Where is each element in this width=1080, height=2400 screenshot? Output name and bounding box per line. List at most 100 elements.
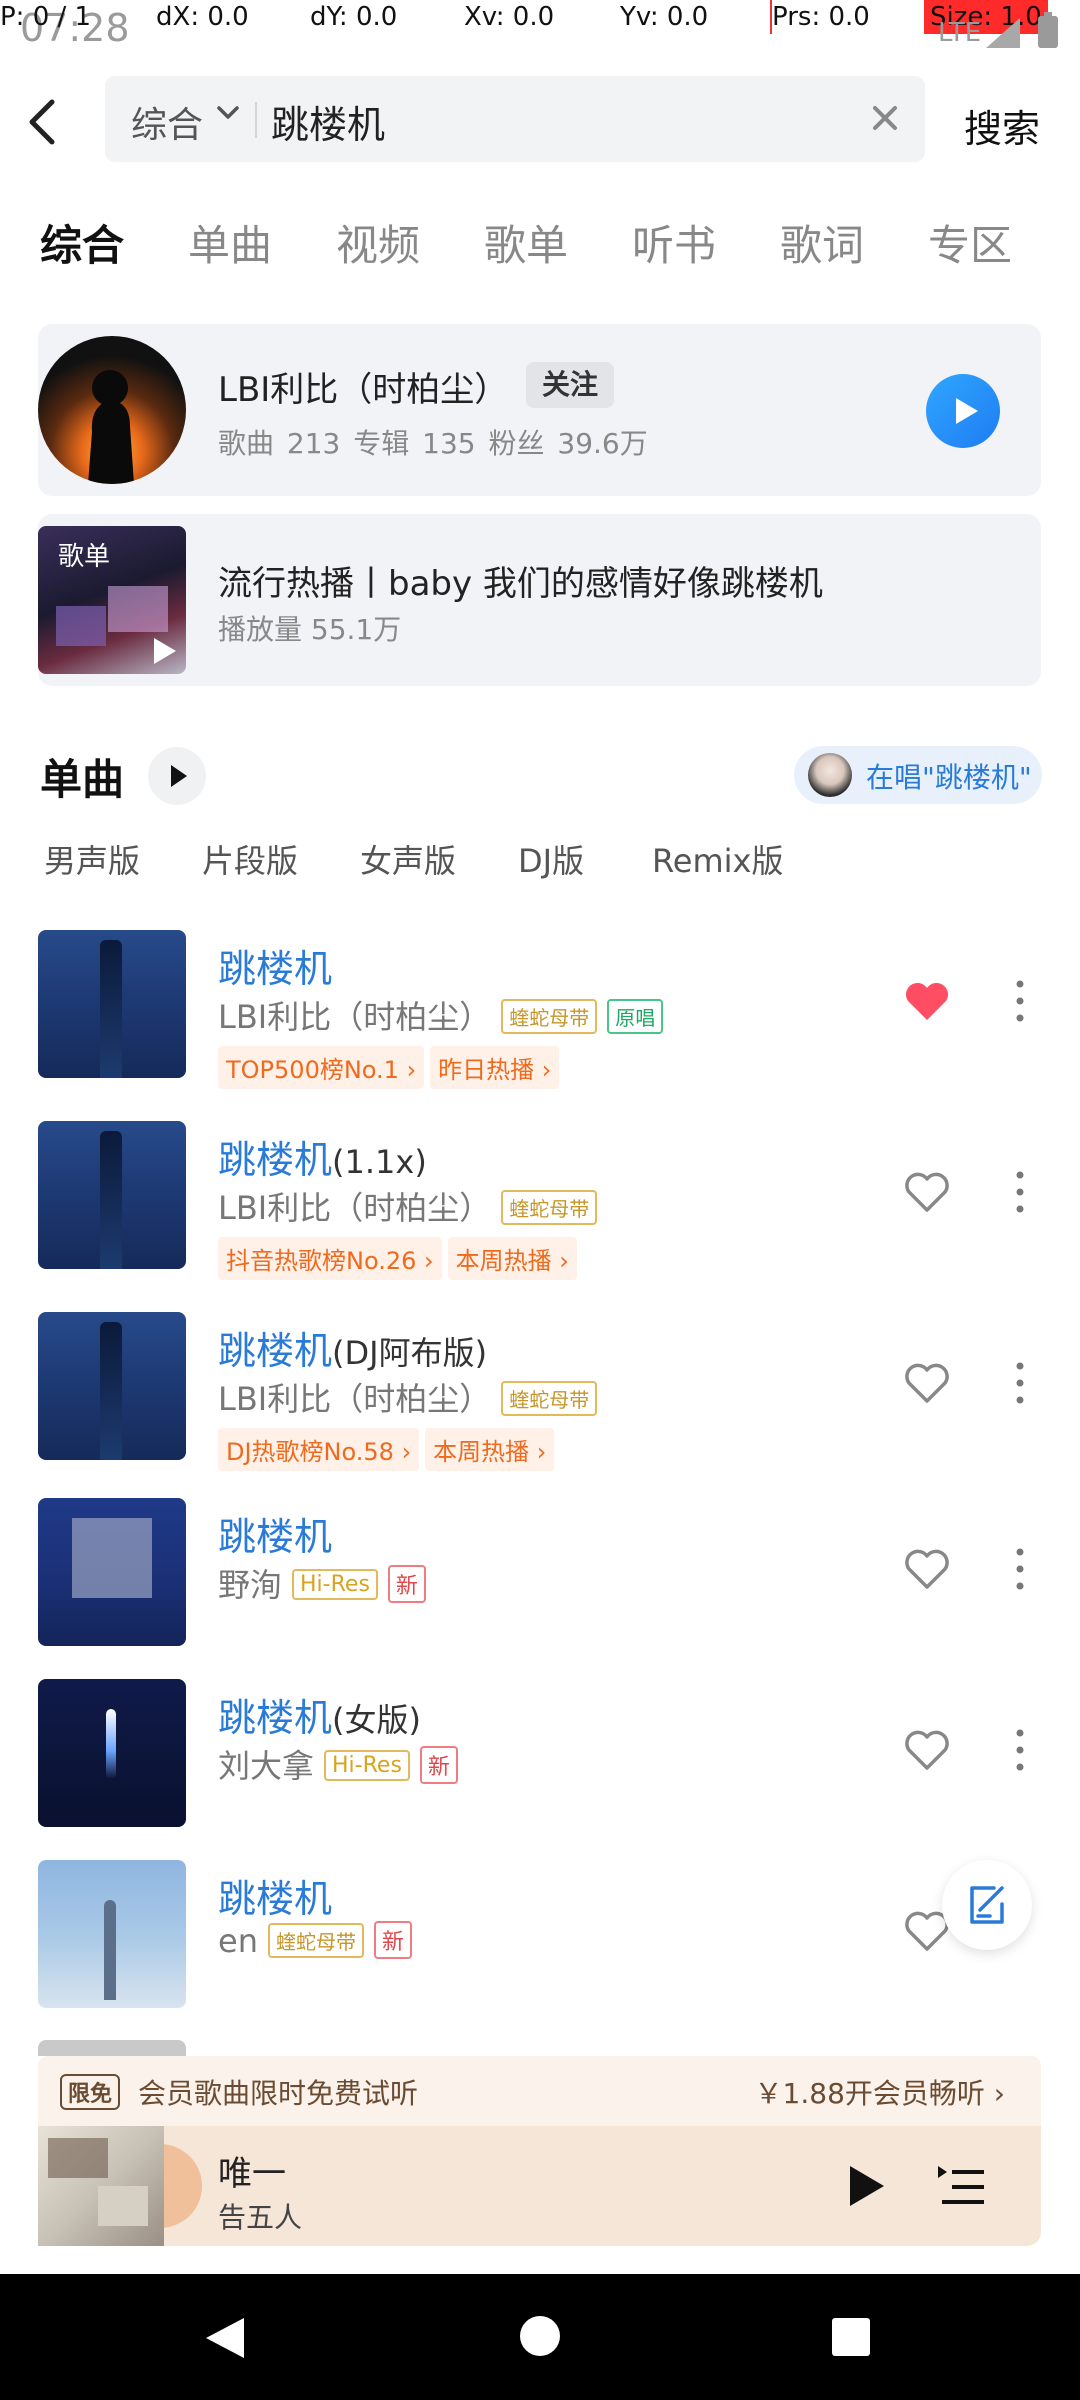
edit-fab[interactable] bbox=[942, 1860, 1032, 1950]
song-row[interactable]: 跳楼机(1.1x) LBI利比（时柏尘） 蝰蛇母带 抖音热歌榜No.26 › 本周热… bbox=[0, 1109, 1080, 1280]
version-filters: 男声版 片段版 女声版 DJ版 Remix版 bbox=[44, 836, 1044, 886]
debug-prs: Prs: 0.0 bbox=[770, 0, 870, 34]
hires-badge: Hi-Res bbox=[324, 1749, 410, 1781]
filter-remix[interactable]: Remix版 bbox=[652, 836, 784, 882]
song-cover[interactable] bbox=[38, 930, 186, 1078]
artist-avatar[interactable] bbox=[38, 336, 186, 484]
player-title: 唯一 bbox=[218, 2154, 286, 2194]
filter-female[interactable]: 女声版 bbox=[360, 836, 456, 882]
artist-stats: 歌曲 213 专辑 135 粉丝 39.6万 bbox=[218, 427, 648, 460]
tab-songs[interactable]: 单曲 bbox=[188, 212, 272, 273]
hot-tag[interactable]: 本周热播 › bbox=[425, 1428, 555, 1471]
tab-audiobooks[interactable]: 听书 bbox=[632, 212, 716, 273]
chart-tag[interactable]: DJ热歌榜No.58 › bbox=[218, 1428, 420, 1471]
tab-videos[interactable]: 视频 bbox=[336, 212, 420, 273]
filter-dj[interactable]: DJ版 bbox=[518, 836, 584, 882]
more-icon[interactable] bbox=[1010, 1358, 1030, 1408]
status-bar: 07:28 P: 0 / 1 dX: 0.0 dY: 0.0 Xv: 0.0 Y… bbox=[0, 0, 1080, 60]
song-row[interactable]: 跳楼机(女版) 刘大拿 Hi-Res 新 bbox=[0, 1667, 1080, 1837]
song-title[interactable]: 跳楼机(DJ阿布版) bbox=[218, 1320, 487, 1375]
song-title[interactable]: 跳楼机(1.1x) bbox=[218, 1129, 427, 1184]
mini-player[interactable]: 唯一 告五人 bbox=[38, 2126, 1041, 2246]
play-icon bbox=[171, 765, 187, 787]
hot-tag[interactable]: 昨日热播 › bbox=[430, 1046, 560, 1089]
playlist-icon[interactable] bbox=[938, 2164, 986, 2210]
more-icon[interactable] bbox=[1010, 1544, 1030, 1594]
song-cover[interactable] bbox=[38, 1679, 186, 1827]
artist-card[interactable]: LBI利比（时柏尘） 关注 歌曲 213 专辑 135 粉丝 39.6万 bbox=[38, 324, 1041, 496]
search-button[interactable]: 搜索 bbox=[964, 98, 1040, 153]
playlist-cover[interactable]: 歌单 bbox=[38, 526, 186, 674]
search-input[interactable]: 跳楼机 bbox=[271, 94, 385, 149]
back-icon[interactable] bbox=[24, 92, 64, 152]
song-tags: DJ热歌榜No.58 › 本周热播 › bbox=[218, 1428, 560, 1471]
song-row[interactable]: 跳楼机 LBI利比（时柏尘） 蝰蛇母带 原唱 TOP500榜No.1 › 昨日热播 › bbox=[0, 918, 1080, 1089]
filter-clip[interactable]: 片段版 bbox=[202, 836, 298, 882]
play-icon[interactable] bbox=[838, 2160, 890, 2212]
search-box[interactable]: 综合 跳楼机 bbox=[105, 76, 925, 162]
artist-play-button[interactable] bbox=[926, 374, 1000, 448]
search-divider bbox=[255, 102, 257, 138]
song-row[interactable]: 跳楼机(DJ阿布版) LBI利比（时柏尘） 蝰蛇母带 DJ热歌榜No.58 › 本周… bbox=[0, 1300, 1080, 1471]
play-icon bbox=[154, 638, 176, 664]
play-icon bbox=[956, 398, 978, 424]
new-badge: 新 bbox=[419, 1746, 458, 1784]
nav-back-icon[interactable] bbox=[204, 2316, 246, 2360]
song-artist: LBI利比（时柏尘） 蝰蛇母带 原唱 bbox=[218, 992, 664, 1038]
clear-icon[interactable] bbox=[865, 98, 905, 138]
play-all-button[interactable] bbox=[148, 747, 206, 805]
playlist-card[interactable]: 歌单 流行热播丨baby 我们的感情好像跳楼机 播放量 55.1万 bbox=[38, 514, 1041, 686]
chevron-down-icon[interactable] bbox=[215, 100, 241, 126]
quality-badge: 蝰蛇母带 bbox=[501, 1380, 598, 1416]
song-title[interactable]: 跳楼机 bbox=[218, 1868, 332, 1923]
section-title-songs: 单曲 bbox=[40, 755, 125, 804]
debug-dy: dY: 0.0 bbox=[310, 2, 398, 32]
song-cover[interactable] bbox=[38, 1312, 186, 1460]
heart-icon[interactable] bbox=[902, 1358, 952, 1408]
chart-tag[interactable]: TOP500榜No.1 › bbox=[218, 1046, 425, 1089]
song-title[interactable]: 跳楼机 bbox=[218, 1506, 332, 1561]
song-tags: 抖音热歌榜No.26 › 本周热播 › bbox=[218, 1237, 583, 1280]
battery-icon bbox=[1038, 12, 1058, 48]
song-row[interactable]: 跳楼机 野洵 Hi-Res 新 bbox=[0, 1486, 1080, 1656]
promo-text: 会员歌曲限时免费试听 bbox=[138, 2077, 419, 2110]
heart-icon[interactable] bbox=[902, 1725, 952, 1775]
chart-tag[interactable]: 抖音热歌榜No.26 › bbox=[218, 1237, 442, 1280]
artist-name[interactable]: LBI利比（时柏尘） bbox=[218, 362, 508, 411]
song-cover[interactable] bbox=[38, 1498, 186, 1646]
hot-tag[interactable]: 本周热播 › bbox=[447, 1237, 577, 1280]
more-icon[interactable] bbox=[1010, 976, 1030, 1026]
heart-icon[interactable] bbox=[902, 1544, 952, 1594]
tab-playlists[interactable]: 歌单 bbox=[484, 212, 568, 273]
search-scope[interactable]: 综合 bbox=[131, 96, 203, 148]
signal-icon bbox=[986, 18, 1020, 48]
more-icon[interactable] bbox=[1010, 1167, 1030, 1217]
vip-promo[interactable]: 限免 会员歌曲限时免费试听 ￥1.88开会员畅听 › bbox=[38, 2056, 1041, 2126]
song-artist: 野洵 Hi-Res 新 bbox=[218, 1560, 426, 1606]
song-row[interactable]: 跳楼机 en 蝰蛇母带新 bbox=[0, 1848, 1080, 2018]
nav-recents-icon[interactable] bbox=[832, 2318, 870, 2356]
heart-icon[interactable] bbox=[902, 976, 952, 1026]
player-artist: 告五人 bbox=[218, 2201, 303, 2234]
singing-label: 在唱"跳楼机" bbox=[866, 761, 1032, 794]
song-title[interactable]: 跳楼机 bbox=[218, 938, 332, 993]
song-cover[interactable] bbox=[38, 1121, 186, 1269]
tab-zone[interactable]: 专区 bbox=[928, 212, 1012, 273]
filter-male[interactable]: 男声版 bbox=[44, 836, 140, 882]
tab-all[interactable]: 综合 bbox=[40, 212, 124, 273]
playlist-tag: 歌单 bbox=[58, 542, 111, 572]
promo-cta[interactable]: ￥1.88开会员畅听 › bbox=[755, 2072, 1005, 2112]
nav-home-icon[interactable] bbox=[520, 2316, 560, 2356]
tab-lyrics[interactable]: 歌词 bbox=[780, 212, 864, 273]
singer-avatar bbox=[808, 753, 852, 797]
song-cover-partial bbox=[38, 2040, 186, 2056]
singing-button[interactable]: 在唱"跳楼机" bbox=[794, 746, 1042, 804]
song-title[interactable]: 跳楼机(女版) bbox=[218, 1687, 421, 1742]
playlist-title[interactable]: 流行热播丨baby 我们的感情好像跳楼机 bbox=[218, 556, 823, 605]
player-cover[interactable] bbox=[38, 2126, 164, 2246]
debug-dx: dX: 0.0 bbox=[156, 2, 249, 32]
heart-icon[interactable] bbox=[902, 1167, 952, 1217]
follow-button[interactable]: 关注 bbox=[526, 362, 614, 408]
song-cover[interactable] bbox=[38, 1860, 186, 2008]
more-icon[interactable] bbox=[1010, 1725, 1030, 1775]
